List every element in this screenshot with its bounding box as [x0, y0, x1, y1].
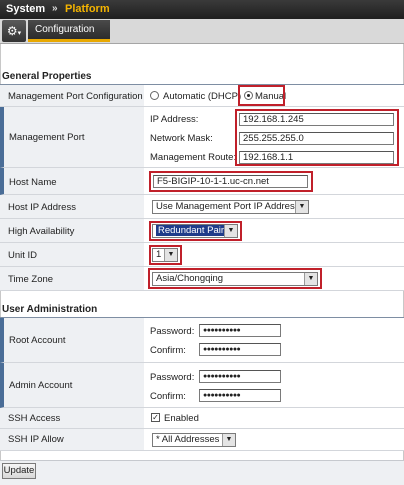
ssh-access-label: SSH Access: [8, 413, 61, 424]
ssh-enabled-checkbox[interactable]: ✓: [151, 413, 160, 422]
high-availability-label: High Availability: [8, 226, 75, 237]
host-ip-label: Host IP Address: [8, 202, 76, 213]
host-name-value-cell: F5-BIGIP-10-1-1.uc-cn.net: [144, 168, 404, 195]
breadcrumb-platform: Platform: [65, 3, 110, 15]
admin-confirm-field[interactable]: ●●●●●●●●●●: [199, 389, 281, 402]
host-ip-label-cell: Host IP Address: [0, 195, 144, 219]
time-zone-value-cell: Asia/Chongqing ▼: [144, 267, 404, 291]
ssh-ip-allow-select[interactable]: * All Addresses ▼: [152, 433, 236, 447]
time-zone-label: Time Zone: [8, 274, 54, 285]
root-account-value-cell: Password: ●●●●●●●●●● Confirm: ●●●●●●●●●●: [144, 318, 404, 363]
radio-automatic-label: Automatic (DHCP): [163, 91, 242, 102]
host-ip-value-cell: Use Management Port IP Address ▼: [144, 195, 404, 219]
section-general-properties: General Properties: [0, 71, 404, 83]
update-button[interactable]: Update: [2, 463, 36, 479]
admin-account-label-cell: Admin Account: [0, 363, 144, 408]
breadcrumb-system[interactable]: System: [6, 3, 45, 15]
checkmark-icon: ✓: [152, 413, 159, 422]
highlight-box: [149, 221, 242, 241]
admin-password-label: Password:: [150, 372, 195, 383]
management-route-label: Management Route:: [150, 152, 237, 163]
ssh-ip-allow-label-cell: SSH IP Allow: [0, 429, 144, 451]
ssh-access-label-cell: SSH Access: [0, 408, 144, 429]
ssh-ip-allow-label: SSH IP Allow: [8, 434, 64, 445]
chevron-down-icon: ▼: [295, 201, 308, 213]
high-availability-label-cell: High Availability: [0, 219, 144, 243]
root-account-label-cell: Root Account: [0, 318, 144, 363]
root-account-label: Root Account: [9, 335, 66, 346]
host-name-label-cell: Host Name: [0, 168, 144, 195]
section-title: User Administration: [2, 304, 98, 315]
highlight-box: [149, 245, 182, 265]
ssh-ip-allow-selected: * All Addresses: [156, 434, 220, 445]
mgmt-port-config-label-cell: Management Port Configuration: [0, 85, 144, 107]
section-user-administration: User Administration: [0, 304, 404, 316]
host-name-label: Host Name: [9, 177, 57, 188]
admin-account-value-cell: Password: ●●●●●●●●●● Confirm: ●●●●●●●●●●: [144, 363, 404, 408]
button-bar: [0, 460, 404, 485]
highlight-box: [148, 268, 322, 289]
time-zone-label-cell: Time Zone: [0, 267, 144, 291]
host-ip-select[interactable]: Use Management Port IP Address ▼: [152, 200, 309, 214]
ssh-enabled-label: Enabled: [164, 413, 199, 424]
radio-automatic-dhcp[interactable]: [150, 91, 159, 100]
chevron-down-icon: ▾: [17, 30, 22, 37]
root-confirm-field[interactable]: ●●●●●●●●●●: [199, 343, 281, 356]
unit-id-label-cell: Unit ID: [0, 243, 144, 267]
admin-password-field[interactable]: ●●●●●●●●●●: [199, 370, 281, 383]
section-title: General Properties: [2, 71, 92, 82]
breadcrumb-separator: »: [52, 3, 58, 14]
mgmt-port-config-value-cell: Automatic (DHCP) Manual: [144, 85, 404, 107]
ip-address-label: IP Address:: [150, 114, 199, 125]
high-availability-value-cell: Redundant Pair ▼: [144, 219, 404, 243]
ssh-access-value-cell: ✓ Enabled: [144, 408, 404, 429]
tab-configuration[interactable]: Configuration: [28, 20, 110, 42]
chevron-down-icon: ▼: [222, 434, 235, 446]
breadcrumb: System » Platform: [0, 0, 404, 19]
admin-confirm-label: Confirm:: [150, 391, 186, 402]
unit-id-label: Unit ID: [8, 250, 38, 261]
mgmt-port-label: Management Port: [9, 132, 85, 143]
mgmt-port-value-cell: IP Address: 192.168.1.245 Network Mask: …: [144, 107, 404, 168]
root-confirm-label: Confirm:: [150, 345, 186, 356]
unit-id-value-cell: 1 ▼: [144, 243, 404, 267]
admin-account-label: Admin Account: [9, 380, 73, 391]
network-mask-label: Network Mask:: [150, 133, 213, 144]
highlight-box: [238, 85, 285, 106]
gear-menu-button[interactable]: ⚙▾: [2, 20, 26, 42]
highlight-box: [235, 109, 399, 166]
host-ip-selected: Use Management Port IP Address: [156, 201, 300, 212]
mgmt-port-label-cell: Management Port: [0, 107, 144, 168]
mgmt-port-config-label: Management Port Configuration: [8, 91, 143, 102]
highlight-box: [149, 171, 313, 192]
ssh-ip-allow-value-cell: * All Addresses ▼: [144, 429, 404, 451]
root-password-label: Password:: [150, 326, 195, 337]
root-password-field[interactable]: ●●●●●●●●●●: [199, 324, 281, 337]
gear-icon: ⚙: [6, 24, 18, 38]
